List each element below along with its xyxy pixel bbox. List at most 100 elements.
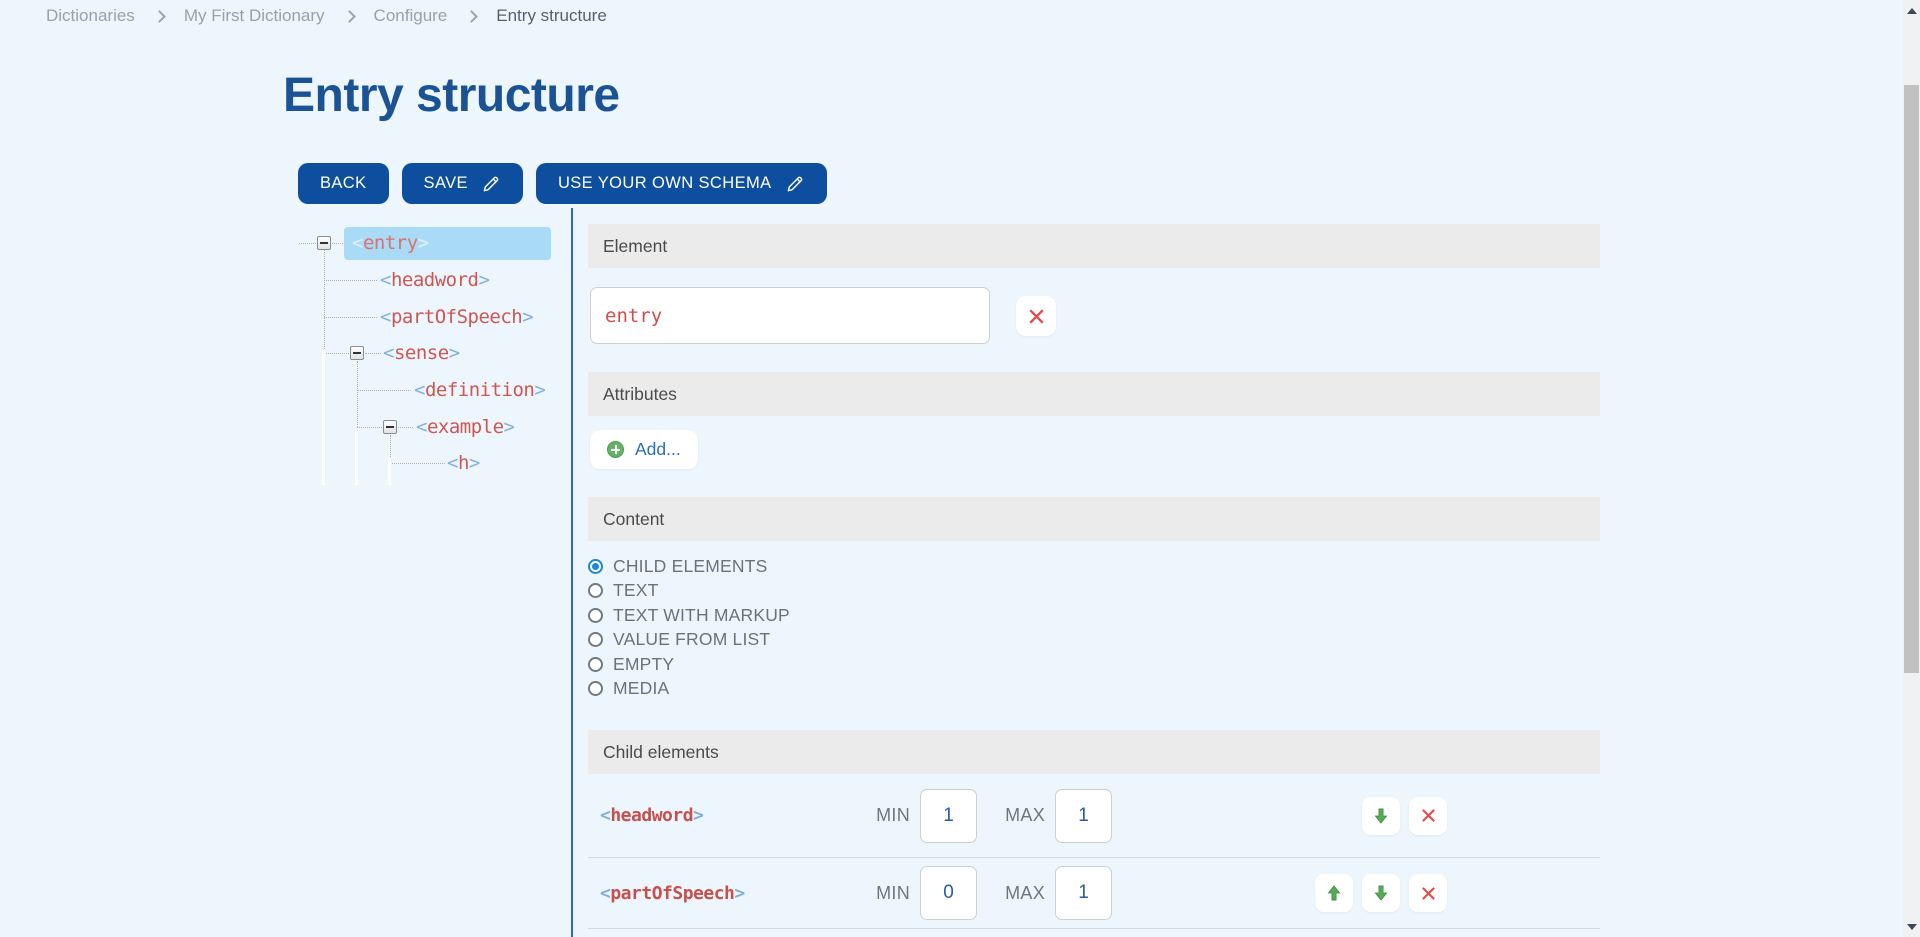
add-attribute-label: Add... <box>635 439 681 460</box>
min-label: MIN <box>870 805 910 826</box>
scroll-down-arrow[interactable] <box>1903 918 1920 935</box>
child-elements-section-header: Child elements <box>588 730 1600 774</box>
child-element-row-headword: <headword> MIN MAX <box>588 774 1600 858</box>
option-label: MEDIA <box>613 678 669 699</box>
back-button[interactable]: BACK <box>298 163 389 204</box>
move-up-button[interactable] <box>1315 874 1353 912</box>
radio-icon[interactable] <box>588 559 603 574</box>
bracket: > <box>504 416 515 438</box>
option-child-elements[interactable]: CHILD ELEMENTS <box>588 554 790 579</box>
remove-child-button[interactable] <box>1409 874 1447 912</box>
max-input[interactable] <box>1055 789 1112 843</box>
bracket: < <box>416 416 427 438</box>
tree-connector <box>324 353 349 354</box>
radio-icon[interactable] <box>588 608 603 623</box>
tree-node-label: entry <box>363 232 418 254</box>
bracket: < <box>380 269 391 291</box>
add-attribute-button[interactable]: Add... <box>590 430 698 469</box>
radio-icon[interactable] <box>588 681 603 696</box>
breadcrumb-dictionaries[interactable]: Dictionaries <box>46 6 135 26</box>
remove-child-button[interactable] <box>1409 797 1447 835</box>
entry-structure-page: Dictionaries My First Dictionary Configu… <box>0 0 1920 937</box>
tree-connector <box>357 390 411 391</box>
add-plus-icon <box>607 441 624 458</box>
pencil-icon <box>481 174 501 194</box>
option-text[interactable]: TEXT <box>588 579 790 604</box>
element-name-input[interactable] <box>590 287 990 344</box>
arrow-up-icon <box>1325 884 1343 902</box>
tree-node-definition[interactable]: <definition> <box>414 374 545 406</box>
tree-node-sense[interactable]: <sense> <box>383 337 460 369</box>
min-input[interactable] <box>920 866 977 920</box>
scroll-up-arrow[interactable] <box>1903 2 1920 19</box>
use-your-own-schema-button[interactable]: USE YOUR OWN SCHEMA <box>536 163 827 204</box>
tree-connector <box>324 250 325 353</box>
content-section-header: Content <box>588 497 1600 541</box>
move-down-button[interactable] <box>1362 797 1400 835</box>
tree-node-label: sense <box>394 342 449 364</box>
radio-icon[interactable] <box>588 583 603 598</box>
option-text-with-markup[interactable]: TEXT WITH MARKUP <box>588 603 790 628</box>
min-input[interactable] <box>920 789 977 843</box>
tree-guide-line <box>355 430 358 485</box>
remove-element-button[interactable] <box>1016 296 1056 336</box>
tree-node-label: example <box>427 416 504 438</box>
arrow-down-icon <box>1372 884 1390 902</box>
tree-node-example[interactable]: <example> <box>416 411 514 443</box>
chevron-right-icon <box>343 10 356 23</box>
option-label: EMPTY <box>613 654 674 675</box>
max-label: MAX <box>1005 883 1045 904</box>
radio-icon[interactable] <box>588 657 603 672</box>
bracket: > <box>478 269 489 291</box>
scrollbar-thumb[interactable] <box>1904 85 1919 673</box>
radio-icon[interactable] <box>588 632 603 647</box>
tree-collapse-toggle-sense[interactable] <box>350 346 364 360</box>
tree-connector <box>299 243 316 244</box>
breadcrumb-my-first-dictionary[interactable]: My First Dictionary <box>184 6 325 26</box>
child-name-text: partOfSpeech <box>610 883 734 904</box>
save-button-label: SAVE <box>424 174 468 193</box>
tree-connector <box>357 361 358 427</box>
child-element-name: <partOfSpeech> <box>600 883 870 904</box>
content-type-options: CHILD ELEMENTS TEXT TEXT WITH MARKUP VAL… <box>588 554 790 701</box>
option-label: TEXT <box>613 580 659 601</box>
bracket: < <box>352 232 363 254</box>
bracket: > <box>734 883 744 904</box>
breadcrumb: Dictionaries My First Dictionary Configu… <box>46 6 607 26</box>
tree-node-label: headword <box>391 269 479 291</box>
tree-collapse-toggle-example[interactable] <box>383 420 397 434</box>
tree-collapse-toggle-entry[interactable] <box>317 236 331 250</box>
move-down-button[interactable] <box>1362 874 1400 912</box>
max-input[interactable] <box>1055 866 1112 920</box>
element-section-header: Element <box>588 224 1600 268</box>
bracket: < <box>380 306 391 328</box>
option-value-from-list[interactable]: VALUE FROM LIST <box>588 628 790 653</box>
tree-node-label: h <box>458 452 469 474</box>
bracket: > <box>693 805 703 826</box>
delete-x-icon <box>1419 806 1438 825</box>
save-button[interactable]: SAVE <box>402 163 523 204</box>
tree-node-h[interactable]: <h> <box>447 447 480 479</box>
max-label: MAX <box>1005 805 1045 826</box>
page-title: Entry structure <box>283 68 620 123</box>
tree-connector <box>357 427 382 428</box>
option-empty[interactable]: EMPTY <box>588 652 790 677</box>
min-label: MIN <box>870 883 910 904</box>
bracket: < <box>383 342 394 364</box>
bracket: > <box>522 306 533 328</box>
bracket: < <box>600 805 610 826</box>
tree-node-entry[interactable]: <entry> <box>344 227 551 260</box>
child-name-text: headword <box>610 805 693 826</box>
tree-node-headword[interactable]: <headword> <box>380 264 489 296</box>
pencil-icon <box>785 174 805 194</box>
arrow-down-icon <box>1372 807 1390 825</box>
option-media[interactable]: MEDIA <box>588 677 790 702</box>
breadcrumb-configure[interactable]: Configure <box>374 6 448 26</box>
triangle-up-icon <box>1907 8 1917 14</box>
tree-node-partofspeech[interactable]: <partOfSpeech> <box>380 301 533 333</box>
tree-connector <box>365 353 381 354</box>
back-button-label: BACK <box>320 174 367 193</box>
panel-divider <box>571 208 573 937</box>
vertical-scrollbar[interactable] <box>1903 0 1920 937</box>
tree-guide-line <box>322 350 325 485</box>
